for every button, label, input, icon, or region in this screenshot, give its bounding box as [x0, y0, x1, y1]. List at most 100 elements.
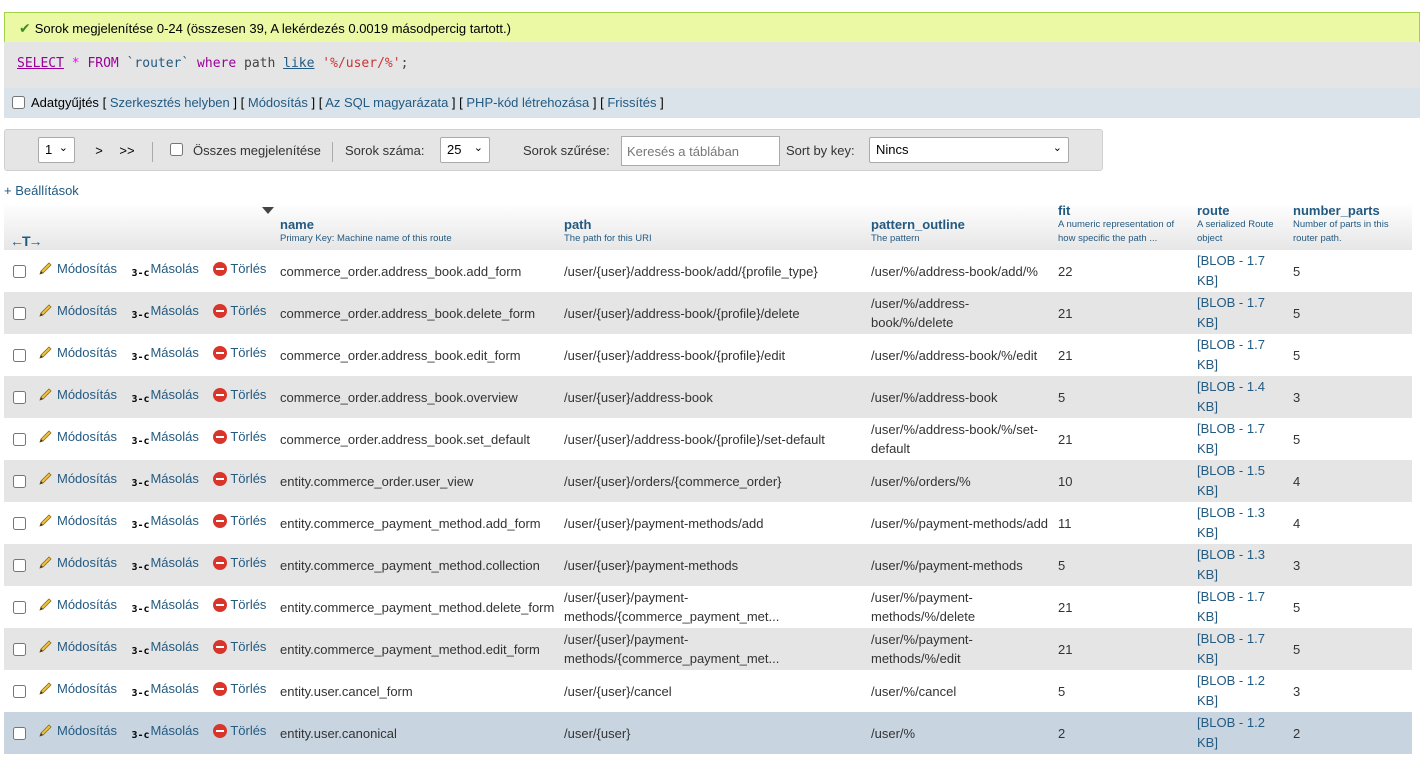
row-edit-link[interactable]: Módosítás — [38, 681, 117, 696]
cell-number-parts[interactable]: 4 — [1289, 460, 1412, 502]
cell-name[interactable]: entity.commerce_payment_method.collectio… — [276, 544, 560, 586]
row-delete-link[interactable]: Törlés — [213, 597, 266, 612]
cell-fit[interactable]: 5 — [1054, 376, 1193, 418]
cell-number-parts[interactable]: 3 — [1289, 544, 1412, 586]
row-delete-link[interactable]: Törlés — [213, 303, 266, 318]
row-edit-link[interactable]: Módosítás — [38, 639, 117, 654]
cell-name[interactable]: entity.commerce_payment_method.edit_form — [276, 628, 560, 670]
table-row[interactable]: Módosítás 3-cMásolás Törlés entity.user.c… — [4, 670, 1412, 712]
sort-by-key-select[interactable]: Nincs ⌄ — [869, 137, 1069, 163]
cell-path[interactable]: /user/{user}/address-book — [560, 376, 867, 418]
create-php-code-link[interactable]: PHP-kód létrehozása — [466, 95, 589, 110]
cell-pattern-outline[interactable]: /user/%/payment-methods/%/delete — [867, 586, 1054, 628]
cell-route-blob[interactable]: [BLOB - 1.5 KB] — [1193, 460, 1289, 502]
row-copy-link[interactable]: 3-cMásolás — [131, 597, 198, 615]
cell-fit[interactable]: 11 — [1054, 502, 1193, 544]
row-copy-link[interactable]: 3-cMásolás — [131, 681, 198, 699]
row-select-checkbox[interactable] — [12, 390, 26, 404]
settings-link[interactable]: + Beállítások — [4, 183, 79, 198]
table-row[interactable]: Módosítás 3-cMásolás Törlés commerce_orde… — [4, 334, 1412, 376]
table-row[interactable]: Módosítás 3-cMásolás Törlés commerce_orde… — [4, 418, 1412, 460]
sql-like-keyword[interactable]: like — [283, 56, 314, 71]
cell-route-blob[interactable]: [BLOB - 1.7 KB] — [1193, 292, 1289, 334]
column-header-path[interactable]: path The path for this URI — [560, 203, 867, 250]
last-page-button[interactable]: >> — [113, 137, 141, 163]
cell-fit[interactable]: 2 — [1054, 712, 1193, 754]
edit-query-link[interactable]: Módosítás — [248, 95, 308, 110]
cell-name[interactable]: entity.user.canonical — [276, 712, 560, 754]
row-copy-link[interactable]: 3-cMásolás — [131, 723, 198, 741]
cell-fit[interactable]: 5 — [1054, 544, 1193, 586]
row-edit-link[interactable]: Módosítás — [38, 597, 117, 612]
row-delete-link[interactable]: Törlés — [213, 513, 266, 528]
table-row[interactable]: Módosítás 3-cMásolás Törlés entity.commer… — [4, 460, 1412, 502]
next-page-button[interactable]: > — [85, 137, 113, 163]
cell-name[interactable]: commerce_order.address_book.edit_form — [276, 334, 560, 376]
row-select-checkbox[interactable] — [12, 348, 26, 362]
row-delete-link[interactable]: Törlés — [213, 639, 266, 654]
cell-path[interactable]: /user/{user}/cancel — [560, 670, 867, 712]
column-header-fit[interactable]: fit A numeric representation of how speci… — [1054, 203, 1193, 250]
row-edit-link[interactable]: Módosítás — [38, 471, 117, 486]
cell-fit[interactable]: 21 — [1054, 334, 1193, 376]
row-copy-link[interactable]: 3-cMásolás — [131, 303, 198, 321]
column-name[interactable]: route — [1197, 203, 1285, 218]
cell-pattern-outline[interactable]: /user/%/orders/% — [867, 460, 1054, 502]
table-row[interactable]: Módosítás 3-cMásolás Törlés entity.commer… — [4, 586, 1412, 628]
row-delete-link[interactable]: Törlés — [213, 261, 266, 276]
cell-route-blob[interactable]: [BLOB - 1.7 KB] — [1193, 586, 1289, 628]
row-select-checkbox[interactable] — [12, 432, 26, 446]
cell-name[interactable]: entity.commerce_order.user_view — [276, 460, 560, 502]
cell-pattern-outline[interactable]: /user/%/payment-methods/%/edit — [867, 628, 1054, 670]
cell-name[interactable]: entity.commerce_payment_method.delete_fo… — [276, 586, 560, 628]
sql-select-keyword[interactable]: SELECT — [17, 56, 64, 71]
cell-route-blob[interactable]: [BLOB - 1.2 KB] — [1193, 712, 1289, 754]
explain-sql-link[interactable]: Az SQL magyarázata — [325, 95, 448, 110]
cell-fit[interactable]: 10 — [1054, 460, 1193, 502]
refresh-link[interactable]: Frissítés — [607, 95, 656, 110]
row-delete-link[interactable]: Törlés — [213, 345, 266, 360]
row-edit-link[interactable]: Módosítás — [38, 261, 117, 276]
row-select-checkbox[interactable] — [12, 600, 26, 614]
cell-path[interactable]: /user/{user}/address-book/{profile}/dele… — [560, 292, 867, 334]
row-edit-link[interactable]: Módosítás — [38, 723, 117, 738]
row-delete-link[interactable]: Törlés — [213, 429, 266, 444]
row-select-checkbox[interactable] — [12, 306, 26, 320]
cell-name[interactable]: entity.commerce_payment_method.add_form — [276, 502, 560, 544]
row-copy-link[interactable]: 3-cMásolás — [131, 429, 198, 447]
row-select-checkbox[interactable] — [12, 726, 26, 740]
cell-pattern-outline[interactable]: /user/%/payment-methods/add — [867, 502, 1054, 544]
show-all-checkbox[interactable] — [170, 143, 183, 156]
cell-name[interactable]: entity.user.cancel_form — [276, 670, 560, 712]
cell-fit[interactable]: 21 — [1054, 628, 1193, 670]
cell-number-parts[interactable]: 5 — [1289, 334, 1412, 376]
row-delete-link[interactable]: Törlés — [213, 681, 266, 696]
column-name[interactable]: pattern_outline — [871, 217, 1050, 232]
row-select-checkbox[interactable] — [12, 558, 26, 572]
cell-pattern-outline[interactable]: /user/%/address-book/add/% — [867, 250, 1054, 292]
column-header-route[interactable]: route A serialized Route object — [1193, 203, 1289, 250]
cell-fit[interactable]: 21 — [1054, 292, 1193, 334]
column-header-pattern-outline[interactable]: pattern_outline The pattern — [867, 203, 1054, 250]
cell-number-parts[interactable]: 5 — [1289, 250, 1412, 292]
cell-fit[interactable]: 21 — [1054, 586, 1193, 628]
cell-number-parts[interactable]: 3 — [1289, 376, 1412, 418]
row-edit-link[interactable]: Módosítás — [38, 429, 117, 444]
cell-route-blob[interactable]: [BLOB - 1.7 KB] — [1193, 418, 1289, 460]
cell-path[interactable]: /user/{user}/orders/{commerce_order} — [560, 460, 867, 502]
row-edit-link[interactable]: Módosítás — [38, 303, 117, 318]
profiling-checkbox[interactable] — [12, 96, 25, 109]
cell-path[interactable]: /user/{user}/address-book/{profile}/edit — [560, 334, 867, 376]
cell-pattern-outline[interactable]: /user/%/address-book/%/set-default — [867, 418, 1054, 460]
row-select-checkbox[interactable] — [12, 642, 26, 656]
cell-number-parts[interactable]: 5 — [1289, 628, 1412, 670]
table-row[interactable]: Módosítás 3-cMásolás Törlés commerce_orde… — [4, 250, 1412, 292]
cell-name[interactable]: commerce_order.address_book.set_default — [276, 418, 560, 460]
cell-pattern-outline[interactable]: /user/%/address-book/%/delete — [867, 292, 1054, 334]
row-delete-link[interactable]: Törlés — [213, 723, 266, 738]
cell-number-parts[interactable]: 5 — [1289, 292, 1412, 334]
column-name[interactable]: number_parts — [1293, 203, 1408, 218]
column-header-number-parts[interactable]: number_parts Number of parts in this rout… — [1289, 203, 1412, 250]
edit-inline-link[interactable]: Szerkesztés helyben — [110, 95, 230, 110]
table-row[interactable]: Módosítás 3-cMásolás Törlés entity.commer… — [4, 544, 1412, 586]
